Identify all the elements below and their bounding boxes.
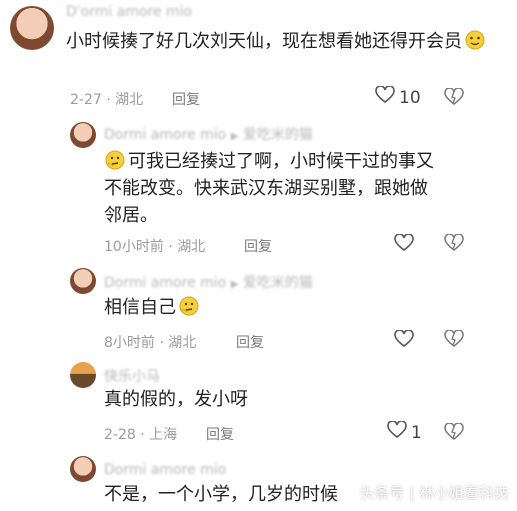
reply-target: 爱吃米的猫: [242, 127, 313, 143]
dislike-icon[interactable]: [444, 87, 464, 110]
avatar[interactable]: [10, 6, 54, 50]
reply-button[interactable]: 回复: [172, 89, 200, 109]
smirk-emoji-icon: [464, 30, 486, 50]
comment-text: 可我已经揍过了啊，小时候干过的事又不能改变。快来武汉东湖买别墅，跟她做邻居。: [104, 148, 444, 229]
comment-username[interactable]: Dormi amore mio: [104, 462, 226, 478]
avatar[interactable]: [70, 268, 96, 294]
dislike-icon[interactable]: [444, 233, 464, 256]
like-count: 1: [411, 422, 422, 443]
comment-time: 8小时前: [104, 335, 155, 351]
avatar[interactable]: [70, 362, 96, 388]
avatar[interactable]: [70, 122, 96, 148]
reply-button[interactable]: 回复: [206, 424, 234, 444]
comment-text-body: 相信自己: [104, 297, 176, 318]
reply-username: Dormi amore mio: [104, 275, 227, 291]
comment-username[interactable]: Dormi amore mio ▶ 爱吃米的猫: [104, 124, 313, 144]
watermark: 头条号 | 林小姐看科技: [359, 484, 509, 502]
reply-arrow-icon: ▶: [230, 279, 239, 290]
reply-button[interactable]: 回复: [244, 236, 272, 256]
comment-time: 10小时前: [104, 239, 164, 255]
comment-date-value: 2-28: [104, 427, 136, 443]
comment-location: 上海: [149, 427, 178, 443]
comment-text: 相信自己: [104, 294, 404, 321]
reply-username: Dormi amore mio: [104, 127, 227, 143]
heart-icon[interactable]: [394, 329, 414, 352]
heart-icon: [375, 85, 395, 109]
thinking-emoji-icon: [104, 150, 126, 170]
heart-icon[interactable]: [394, 233, 414, 256]
thinking-emoji-icon: [178, 296, 200, 316]
comment-username[interactable]: Dormi amore mio ▶ 爱吃米的猫: [104, 272, 313, 292]
reply-button[interactable]: 回复: [236, 332, 264, 352]
comment-date: 8小时前 · 湖北: [104, 335, 197, 351]
dislike-icon[interactable]: [444, 422, 464, 445]
comment-text-body: 可我已经揍过了啊，小时候干过的事又不能改变。快来武汉东湖买别墅，跟她做邻居。: [104, 151, 434, 226]
comment-date-value: 2-27: [70, 92, 102, 108]
reply-target: 爱吃米的猫: [242, 275, 313, 291]
comment-date: 2-27 · 湖北: [70, 92, 144, 108]
heart-icon: [387, 420, 407, 444]
comment-date: 2-28 · 上海: [104, 427, 178, 443]
comment-text-body: 小时候揍了好几次刘天仙，现在想看她还得开会员: [66, 31, 462, 52]
comment-username[interactable]: 快乐小马: [104, 366, 160, 386]
comment-text: 真的假的，发小呀: [104, 389, 248, 410]
comment-date: 10小时前 · 湖北: [104, 239, 206, 255]
comment-location: 湖北: [177, 239, 206, 255]
like-button[interactable]: 1: [387, 420, 422, 444]
avatar[interactable]: [70, 456, 96, 482]
comment-username[interactable]: D'ormi amore mio: [66, 4, 192, 20]
reply-arrow-icon: ▶: [230, 131, 239, 142]
comment-location: 湖北: [168, 335, 197, 351]
like-button[interactable]: 10: [375, 85, 421, 109]
like-count: 10: [399, 87, 421, 108]
dislike-icon[interactable]: [444, 329, 464, 352]
comment-text: 小时候揍了好几次刘天仙，现在想看她还得开会员: [66, 28, 486, 55]
comment-location: 湖北: [115, 92, 144, 108]
